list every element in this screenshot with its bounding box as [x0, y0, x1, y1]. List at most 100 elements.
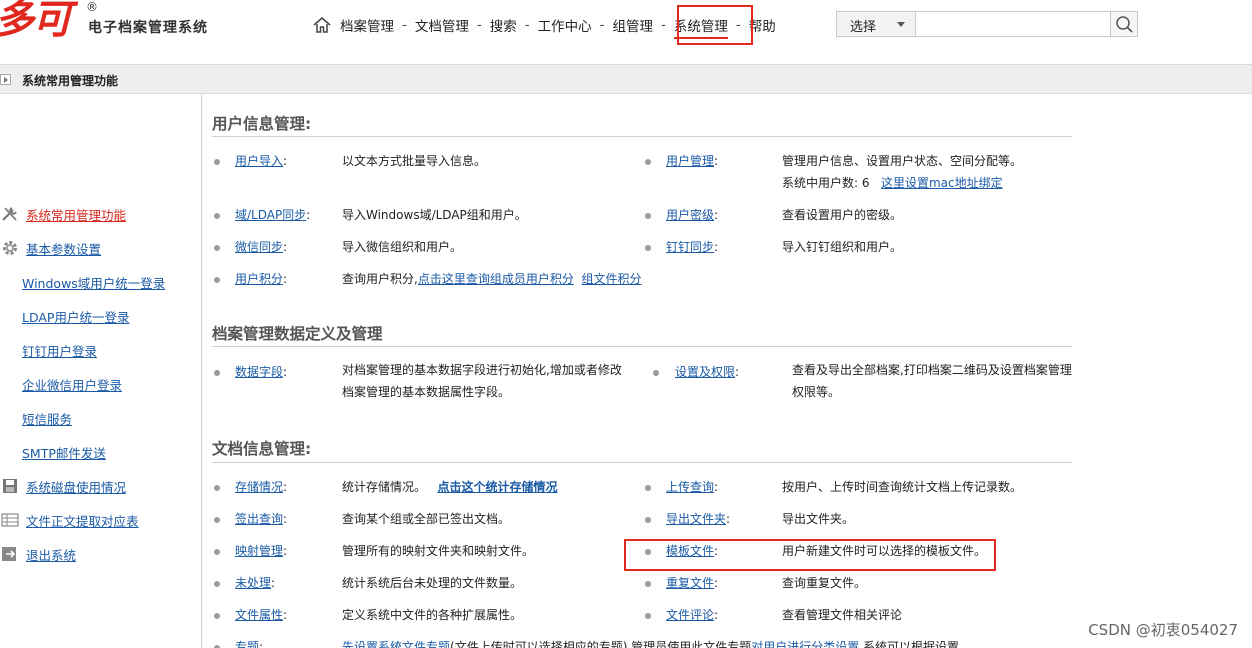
list-item: 未处理: 统计系统后台未处理的文件数量。 重复文件: 查询重复文件。	[212, 574, 1252, 596]
data-fields-entry: 数据字段:	[235, 363, 287, 380]
user-points-entry: 用户积分:	[235, 270, 287, 287]
user-import-link[interactable]: 用户导入	[235, 154, 283, 168]
divider	[212, 136, 1072, 137]
sidebar-item-label: Windows域用户统一登录	[22, 275, 166, 291]
user-security-level-link[interactable]: 用户密级	[666, 208, 714, 222]
user-count-info: 系统中用户数: 6 这里设置mac地址绑定	[782, 174, 1003, 191]
topics-entry: 专题:	[235, 638, 263, 648]
sidebar-item-dingtalk-login[interactable]: 钉钉用户登录	[0, 340, 97, 360]
user-category-settings-link[interactable]: 对用户进行分类设置	[751, 640, 859, 648]
nav-work-center[interactable]: 工作中心	[538, 15, 592, 35]
sidebar-item-ldap-login[interactable]: LDAP用户统一登录	[0, 306, 129, 326]
wechat-sync-link[interactable]: 微信同步	[235, 240, 283, 254]
sidebar-item-label: 企业微信用户登录	[22, 377, 123, 393]
ldap-sync-link[interactable]: 域/LDAP同步	[235, 208, 306, 222]
user-points-link[interactable]: 用户积分	[235, 272, 283, 286]
file-attributes-link[interactable]: 文件属性	[235, 608, 283, 622]
description: 定义系统中文件的各种扩展属性。	[342, 608, 523, 622]
mac-binding-link[interactable]: 这里设置mac地址绑定	[881, 176, 1003, 190]
name-suffix: :	[283, 512, 288, 526]
sidebar-item-label: 退出系统	[26, 547, 77, 563]
home-icon[interactable]	[312, 16, 332, 34]
bullet	[645, 581, 651, 587]
chevron-down-icon	[897, 22, 905, 27]
file-comments-entry: 文件评论:	[666, 606, 718, 623]
group-file-points-link[interactable]: 组文件积分	[581, 272, 641, 286]
mapping-management-link[interactable]: 映射管理	[235, 544, 283, 558]
set-topics-link[interactable]: 先设置系统文件专题	[342, 640, 450, 648]
storage-status-entry: 存储情况:	[235, 478, 287, 495]
user-import-entry: 用户导入:	[235, 152, 287, 169]
file-comments-link[interactable]: 文件评论	[666, 608, 714, 622]
description: 查看设置用户的密级。	[782, 208, 903, 222]
bullet	[214, 213, 220, 219]
bullet	[645, 485, 651, 491]
sidebar-item-logout[interactable]: 退出系统	[0, 544, 76, 564]
list-item: 域/LDAP同步: 导入Windows域/LDAP组和用户。 用户密级: 查看设…	[212, 206, 1252, 228]
duplicate-files-entry: 重复文件:	[666, 574, 718, 591]
sidebar-item-text-extraction[interactable]: 文件正文提取对应表	[0, 510, 139, 530]
logo-subtitle: 电子档案管理系统	[88, 20, 208, 36]
description: 查看管理文件相关评论	[782, 608, 903, 622]
sidebar-item-sms-service[interactable]: 短信服务	[0, 408, 72, 428]
highlight-box-nav	[677, 5, 753, 45]
name-suffix: :	[283, 240, 288, 254]
group-title-archive: 档案管理数据定义及管理	[212, 325, 383, 343]
storage-status-link[interactable]: 存储情况	[235, 480, 283, 494]
topics-link[interactable]: 专题	[235, 640, 259, 648]
description: 导入钉钉组织和用户。	[782, 240, 903, 254]
description: 导出文件夹。	[782, 512, 855, 526]
sidebar-item-basic-settings[interactable]: 基本参数设置	[0, 238, 101, 258]
name-suffix: :	[271, 576, 276, 590]
settings-permissions-link[interactable]: 设置及权限	[675, 365, 735, 379]
unprocessed-entry: 未处理:	[235, 574, 275, 591]
description: 管理用户信息、设置用户状态、空间分配等。	[782, 154, 1023, 168]
description: 统计存储情况。	[342, 480, 427, 494]
description: (文件上传时可以选择相应的专题),管理员使用此文件专题	[450, 640, 752, 648]
sidebar-item-wecom-login[interactable]: 企业微信用户登录	[0, 374, 122, 394]
sidebar-item-disk-usage[interactable]: 系统磁盘使用情况	[0, 476, 126, 496]
description: 管理所有的映射文件夹和映射文件。	[342, 544, 535, 558]
duplicate-files-link[interactable]: 重复文件	[666, 576, 714, 590]
sidebar-item-windows-login[interactable]: Windows域用户统一登录	[0, 272, 165, 292]
dingtalk-sync-link[interactable]: 钉钉同步	[666, 240, 714, 254]
nav-search[interactable]: 搜索	[490, 15, 517, 35]
unprocessed-link[interactable]: 未处理	[235, 576, 271, 590]
user-management-link[interactable]: 用户管理	[666, 154, 714, 168]
name-suffix: :	[283, 608, 288, 622]
logo[interactable]: 多可	[0, 0, 72, 42]
name-suffix: :	[283, 154, 288, 168]
nav-separator: -	[524, 17, 530, 33]
nav-document-management[interactable]: 文档管理	[415, 15, 469, 35]
file-attributes-entry: 文件属性:	[235, 606, 287, 623]
list-item: 存储情况: 统计存储情况。 点击这个统计存储情况 上传查询: 按用户、上传时间查…	[212, 478, 1252, 500]
upload-query-link[interactable]: 上传查询	[666, 480, 714, 494]
sidebar: 系统常用管理功能 基本参数设置 Windows域用户统一登录 LDAP用户统一登…	[0, 94, 202, 648]
sidebar-item-label: LDAP用户统一登录	[22, 309, 130, 325]
watermark: CSDN @初衷054027	[1088, 621, 1238, 639]
search-scope-select[interactable]: 选择	[836, 11, 916, 37]
sidebar-item-smtp[interactable]: SMTP邮件发送	[0, 442, 106, 462]
list-item: 微信同步: 导入微信组织和用户。 钉钉同步: 导入钉钉组织和用户。	[212, 238, 1252, 260]
list-item: 签出查询: 查询某个组或全部已签出文档。 导出文件夹: 导出文件夹。	[212, 510, 1252, 532]
expand-arrow-icon[interactable]	[0, 74, 11, 85]
search-input[interactable]	[916, 11, 1111, 37]
user-security-level-entry: 用户密级:	[666, 206, 718, 223]
group-member-points-link[interactable]: 点击这里查询组成员用户积分	[418, 272, 574, 286]
name-suffix: :	[283, 544, 288, 558]
description: 导入Windows域/LDAP组和用户。	[342, 208, 527, 222]
nav-group-management[interactable]: 组管理	[613, 15, 654, 35]
sidebar-item-common-functions[interactable]: 系统常用管理功能	[0, 204, 126, 224]
group-title-user: 用户信息管理:	[212, 115, 312, 133]
data-fields-link[interactable]: 数据字段	[235, 365, 283, 379]
dingtalk-sync-entry: 钉钉同步:	[666, 238, 718, 255]
description: 导入微信组织和用户。	[342, 240, 463, 254]
checkout-query-link[interactable]: 签出查询	[235, 512, 283, 526]
name-suffix: :	[714, 608, 719, 622]
nav-archive-management[interactable]: 档案管理	[340, 15, 394, 35]
name-suffix: :	[283, 365, 288, 379]
search-button[interactable]	[1110, 11, 1138, 37]
export-folder-link[interactable]: 导出文件夹	[666, 512, 726, 526]
storage-stats-link[interactable]: 点击这个统计存储情况	[437, 480, 557, 494]
name-suffix: :	[714, 208, 719, 222]
